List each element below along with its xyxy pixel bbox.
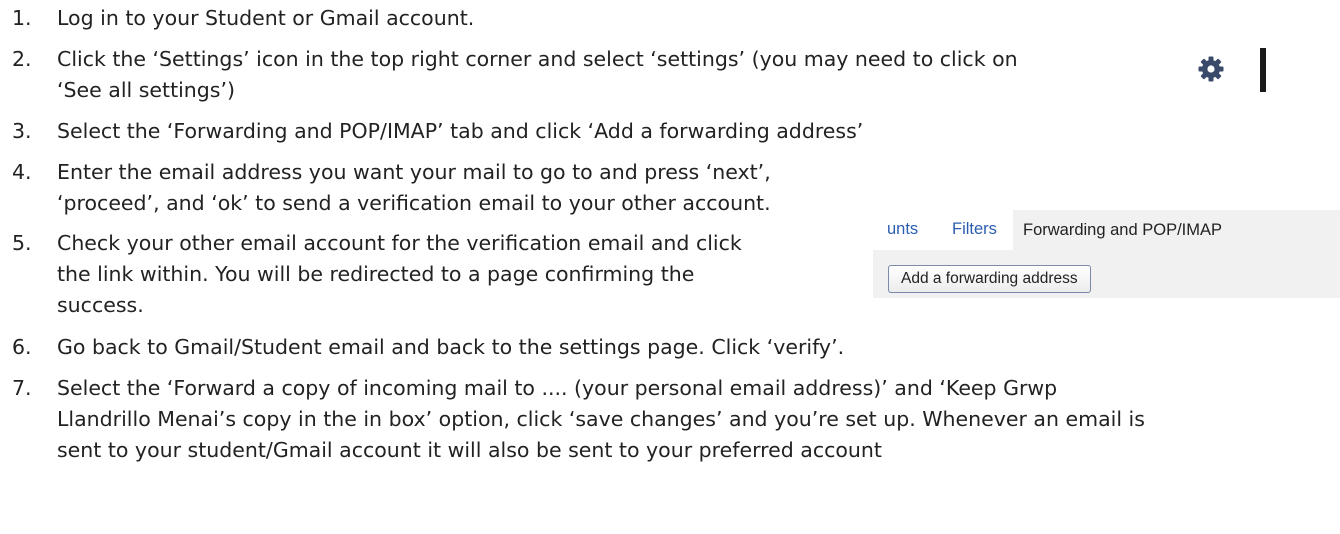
toolbar-divider bbox=[1260, 48, 1266, 92]
step-text: Enter the email address you want your ma… bbox=[57, 160, 771, 184]
step-text: the link within. You will be redirected … bbox=[57, 262, 695, 286]
forwarding-settings-screenshot: unts Filters Forwarding and POP/IMAP Add… bbox=[873, 210, 1340, 298]
step-number: 1. bbox=[12, 6, 32, 30]
step-text: Go back to Gmail/Student email and back … bbox=[57, 335, 845, 359]
tab-forwarding-pop-imap[interactable]: Forwarding and POP/IMAP bbox=[1013, 210, 1340, 250]
step-text: sent to your student/Gmail account it wi… bbox=[57, 438, 882, 462]
step-text: Click the ‘Settings’ icon in the top rig… bbox=[57, 47, 1018, 71]
step-number: 4. bbox=[12, 160, 32, 184]
add-forwarding-address-button[interactable]: Add a forwarding address bbox=[888, 265, 1091, 293]
tab-accounts[interactable]: unts bbox=[887, 218, 918, 240]
tab-filters[interactable]: Filters bbox=[952, 218, 997, 240]
step-text: ‘See all settings’) bbox=[57, 78, 236, 102]
step-number: 2. bbox=[12, 47, 32, 71]
step-text: Check your other email account for the v… bbox=[57, 231, 742, 255]
step-number: 7. bbox=[12, 376, 32, 400]
step-text: Log in to your Student or Gmail account. bbox=[57, 6, 475, 30]
step-number: 6. bbox=[12, 335, 32, 359]
step-number: 5. bbox=[12, 231, 32, 255]
step-text: Select the ‘Forward a copy of incoming m… bbox=[57, 376, 1058, 400]
step-text: ‘proceed’, and ‘ok’ to send a verificati… bbox=[57, 191, 771, 215]
step-text: success. bbox=[57, 293, 144, 317]
step-text: Select the ‘Forwarding and POP/IMAP’ tab… bbox=[57, 119, 864, 143]
step-number: 3. bbox=[12, 119, 32, 143]
settings-tabs: unts Filters Forwarding and POP/IMAP bbox=[873, 210, 1340, 250]
gear-icon bbox=[1198, 56, 1224, 82]
settings-icon-screenshot bbox=[1196, 48, 1266, 92]
step-text: Llandrillo Menai’s copy in the in box’ o… bbox=[57, 407, 1145, 431]
